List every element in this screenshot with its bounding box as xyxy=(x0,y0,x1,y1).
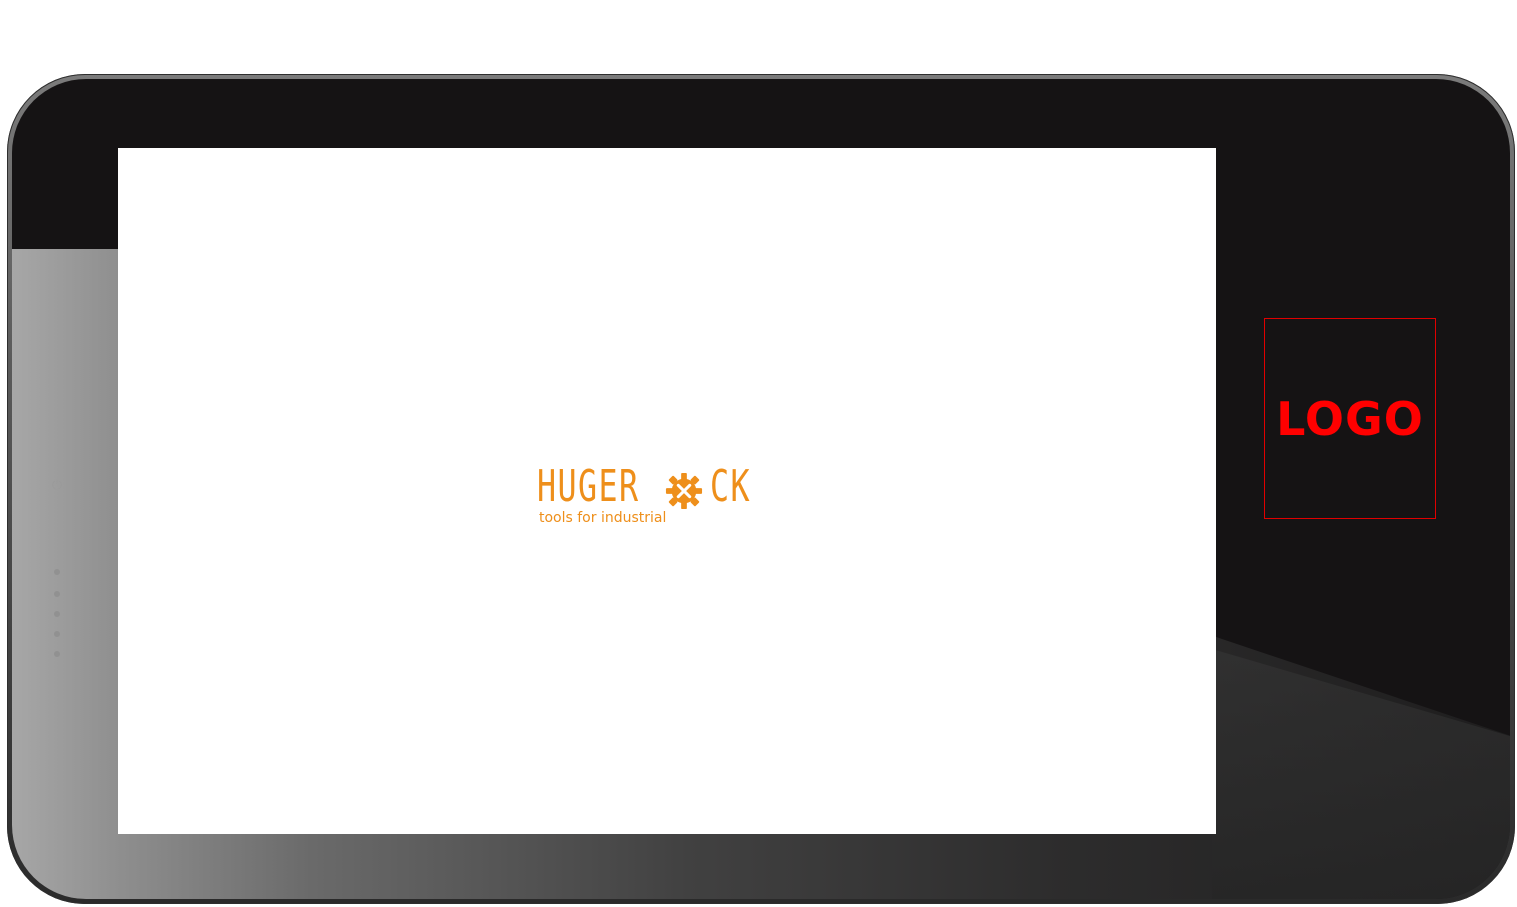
logo-label: LOGO xyxy=(1276,391,1424,446)
indicator-dot xyxy=(54,651,60,657)
power-icon[interactable]: ⏻ xyxy=(50,479,64,493)
brand-name-left: HUGER xyxy=(537,461,640,512)
page: ⏻ HUGER CK tools for industrial LOGO xyxy=(0,0,1517,907)
indicator-dot xyxy=(54,591,60,597)
tablet-screen[interactable]: HUGER CK tools for industrial xyxy=(118,148,1216,834)
brand-tagline: tools for industrial xyxy=(539,510,667,526)
brand-logo: HUGER CK tools for industrial xyxy=(537,465,757,535)
side-controls: ⏻ xyxy=(50,479,64,689)
brand-name-right: CK xyxy=(710,461,752,512)
logo-placeholder: LOGO xyxy=(1264,318,1436,519)
indicator-dot xyxy=(54,569,60,575)
indicator-dot xyxy=(54,631,60,637)
gear-icon xyxy=(665,472,703,510)
indicator-dot xyxy=(54,611,60,617)
